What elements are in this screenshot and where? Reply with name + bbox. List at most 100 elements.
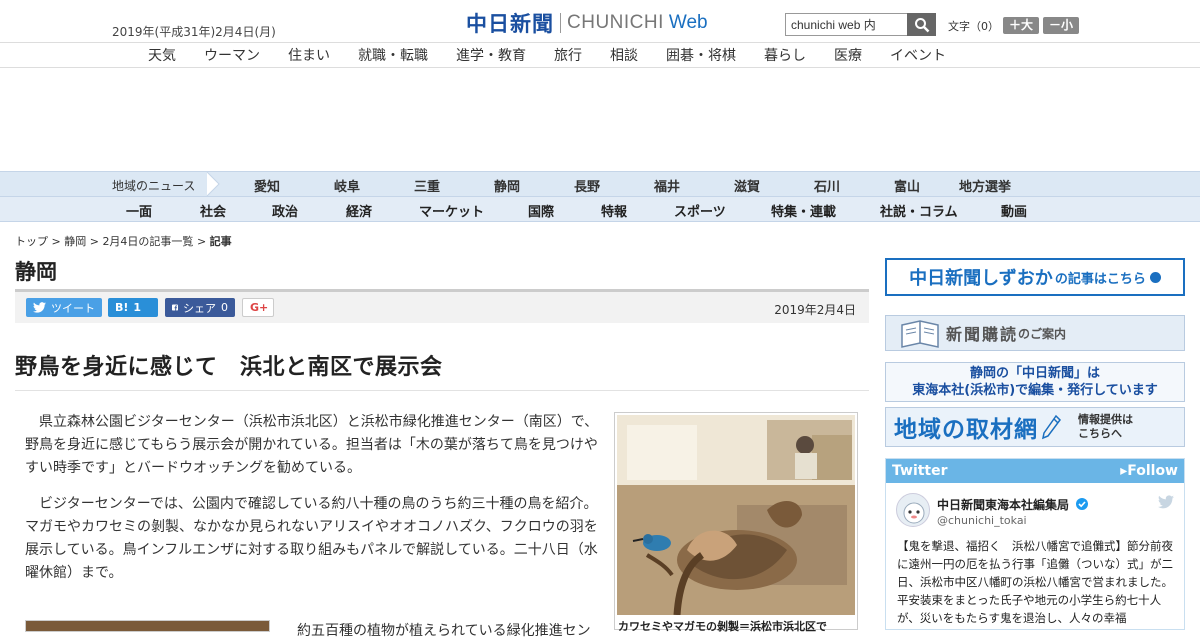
twitter-bird-icon [33,302,46,313]
logo-divider [560,13,561,33]
cat-front[interactable]: 一面 [126,201,152,220]
gnav-woman[interactable]: ウーマン [204,45,260,65]
gnav-living[interactable]: 暮らし [764,45,806,65]
breadcrumb-separator: > [51,235,61,248]
logo-en: CHUNICHI [567,12,664,33]
region-nav-label: 地域のニュース [112,179,196,193]
twitter-bird-icon [1158,495,1174,509]
cat-features[interactable]: 特集・連載 [771,201,836,220]
subscription-banner[interactable]: 新聞購読 のご案内 [885,315,1185,351]
gnav-travel[interactable]: 旅行 [554,45,582,65]
cat-economy[interactable]: 経済 [346,201,372,220]
banner1-title: 中日新聞しずおか [909,268,1053,289]
avatar[interactable] [896,493,930,527]
search-icon [914,17,929,32]
banner1-sub: の記事はこちら [1054,271,1146,287]
gplus-button[interactable]: G+ [242,298,274,317]
gnav-jobs[interactable]: 就職・転職 [358,45,428,65]
region-shiga[interactable]: 滋賀 [734,176,760,195]
breadcrumb-date-list[interactable]: 2月4日の記事一覧 [102,235,193,248]
article-paragraph: 県立森林公園ビジターセンター（浜松市浜北区）と浜松市緑化推進センター（南区）で、… [25,414,599,476]
article-photo[interactable] [614,412,858,630]
cat-market[interactable]: マーケット [419,201,484,220]
header-date: 2019年(平成31年)2月4日(月) [112,25,276,39]
gnav-events[interactable]: イベント [890,45,946,65]
share-bar: ツイート B! 1 シェア 0 G+ 2019年2月4日 [15,289,869,323]
tweet-button[interactable]: ツイート [26,298,102,317]
site-search [785,13,936,36]
region-elections[interactable]: 地方選挙 [959,176,1011,195]
facebook-count: 0 [221,301,228,314]
stuffed-birds-photo [617,415,855,616]
banner3-line2: 東海本社(浜松市)で編集・発行しています [912,383,1158,398]
region-shizuoka[interactable]: 静岡 [494,176,520,195]
news-tips-banner[interactable]: 地域の取材網 情報提供は こちらへ [885,407,1185,447]
banner4-sub1: 情報提供は [1078,413,1133,426]
facebook-label: シェア [183,301,216,315]
cat-sports[interactable]: スポーツ [674,201,726,220]
gnav-education[interactable]: 進学・教育 [456,45,526,65]
region-toyama[interactable]: 富山 [894,176,920,195]
breadcrumb-shizuoka[interactable]: 静岡 [64,235,86,248]
hatena-icon: B! [115,301,129,314]
logo-web: Web [668,12,708,33]
font-larger-button[interactable]: ＋大 [1003,17,1040,34]
region-mie[interactable]: 三重 [414,176,440,195]
article-date: 2019年2月4日 [774,303,856,317]
pencil-icon [1041,414,1061,440]
site-logo[interactable]: 中日新聞 CHUNICHI Web [466,10,708,36]
breadcrumb-current: 記事 [209,235,232,248]
font-size-label: 文字（0） [948,19,999,33]
cat-politics[interactable]: 政治 [272,201,298,220]
verified-icon [1076,498,1089,510]
cat-editorial[interactable]: 社説・コラム [880,201,958,220]
twitter-name-text: 中日新聞東海本社編集局 [937,498,1070,512]
tokai-office-banner[interactable]: 静岡の「中日新聞」は 東海本社(浜松市)で編集・発行しています [885,362,1185,402]
facebook-share-button[interactable]: シェア 0 [165,298,235,317]
gnav-weather[interactable]: 天気 [148,45,176,65]
section-title: 静岡 [15,260,57,284]
banner3-line1: 静岡の「中日新聞」は [969,366,1100,381]
mascot-icon [903,502,925,524]
article-body: 県立森林公園ビジターセンター（浜松市浜北区）と浜松市緑化推進センター（南区）で、… [25,411,603,598]
twitter-widget: Twitter ▸Follow 中日新聞東海本社編集局 @chunichi_to… [885,458,1185,630]
font-smaller-button[interactable]: －小 [1043,17,1080,34]
shizuoka-articles-banner[interactable]: 中日新聞しずおか の記事はこちら [885,258,1185,296]
gnav-medical[interactable]: 医療 [834,45,862,65]
cat-video[interactable]: 動画 [1001,201,1027,220]
banner4-sub: 情報提供は こちらへ [1078,413,1133,441]
gnav-go-shogi[interactable]: 囲碁・将棋 [666,45,736,65]
breadcrumb-top[interactable]: トップ [15,235,48,248]
banner2-sub: のご案内 [1018,326,1067,341]
cat-world[interactable]: 国際 [528,201,554,220]
article-paragraph-next: 約五百種の植物が植えられている緑化推進セン [297,623,591,639]
hatena-button[interactable]: B! 1 [108,298,158,317]
global-nav: 天気 ウーマン 住まい 就職・転職 進学・教育 旅行 相談 囲碁・将棋 暮らし … [0,43,1200,68]
cat-special-report[interactable]: 特報 [601,201,627,220]
tweet-text: 【鬼を撃退、福招く 浜松八幡宮で追儺式】節分前夜に遠州一円の厄を払う行事「追儺（… [897,539,1173,625]
gnav-consult[interactable]: 相談 [610,45,638,65]
gnav-housing[interactable]: 住まい [288,45,330,65]
newspaper-icon [901,320,939,348]
twitter-header: Twitter ▸Follow [886,459,1184,483]
twitter-handle[interactable]: @chunichi_tokai [937,514,1027,527]
second-photo[interactable] [25,620,270,632]
breadcrumb-separator: > [89,235,99,248]
twitter-follow-button[interactable]: ▸Follow [1120,463,1178,479]
banner4-title: 地域の取材網 [894,417,1038,443]
search-button[interactable] [907,13,936,36]
region-nagano[interactable]: 長野 [574,176,600,195]
headline-divider [15,390,869,391]
article-headline: 野鳥を身近に感じて 浜北と南区で展示会 [15,355,443,380]
region-aichi[interactable]: 愛知 [254,176,280,195]
logo-jp: 中日新聞 [466,12,554,36]
twitter-account-name[interactable]: 中日新聞東海本社編集局 [937,496,1089,513]
arrow-circle-icon [1149,271,1161,283]
region-ishikawa[interactable]: 石川 [814,176,840,195]
facebook-icon [172,304,178,311]
region-fukui[interactable]: 福井 [654,176,680,195]
cat-society[interactable]: 社会 [200,201,226,220]
search-input[interactable] [785,13,907,36]
region-gifu[interactable]: 岐阜 [334,176,360,195]
region-nav: 地域のニュース 愛知 岐阜 三重 静岡 長野 福井 滋賀 石川 富山 地方選挙 [0,171,1200,197]
